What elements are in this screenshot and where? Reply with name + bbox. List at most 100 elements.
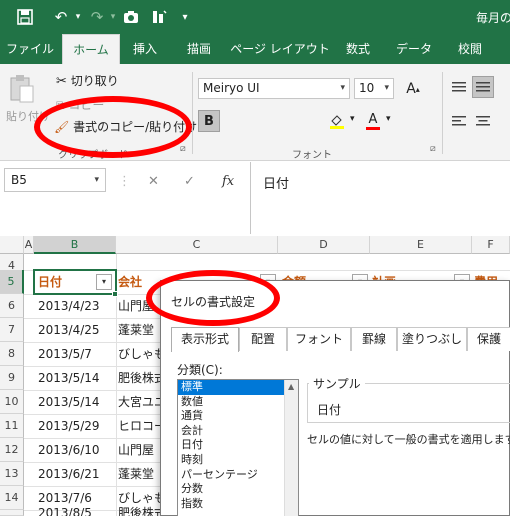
tab-data[interactable]: データ <box>386 34 442 64</box>
increase-font-icon[interactable]: A ▴ <box>402 78 424 100</box>
undo-dropdown-icon[interactable]: ▾ <box>72 6 84 28</box>
qat-dropdown-icon[interactable]: ▾ <box>178 6 192 28</box>
enter-icon[interactable]: ✓ <box>184 174 195 189</box>
chevron-down-icon: ▾ <box>384 83 389 93</box>
date-cell[interactable]: 2013/5/7 <box>38 342 114 366</box>
font-size-combo[interactable]: 10 ▾ <box>354 78 394 99</box>
dialog-tabs: 表示形式 配置 フォント 罫線 塗りつぶし 保護 <box>171 327 510 352</box>
tab-font[interactable]: フォント <box>287 327 351 351</box>
list-item[interactable]: 日付 <box>178 438 298 453</box>
column-header-d[interactable]: D <box>278 236 370 254</box>
redo-icon[interactable]: ↷ <box>86 6 108 28</box>
date-cell[interactable]: 2013/6/10 <box>38 438 114 462</box>
date-cell[interactable]: 2013/4/25 <box>38 318 114 342</box>
list-item[interactable]: 指数 <box>178 497 298 512</box>
bold-button[interactable]: B <box>198 110 220 132</box>
scissors-icon: ✂ <box>56 74 67 89</box>
company-cell[interactable]: 山門屋 <box>118 438 160 462</box>
align-center-icon[interactable] <box>472 110 494 132</box>
title-bar: ↶ ▾ ↷ ▾ ▾ 毎月の <box>0 0 510 34</box>
company-cell[interactable]: 肥後株式 <box>118 506 160 516</box>
company-cell[interactable]: びしゃもん <box>118 342 160 366</box>
scroll-up-icon[interactable]: ▲ <box>288 382 294 391</box>
company-cell[interactable]: 大宮ユニ <box>118 390 160 414</box>
tab-home[interactable]: ホーム <box>62 34 120 64</box>
header-cell-date[interactable]: 日付 <box>38 270 98 294</box>
tab-page-layout[interactable]: ページ レイアウト <box>228 34 332 64</box>
fill-color-dropdown-icon[interactable]: ▾ <box>350 114 355 124</box>
company-cell[interactable]: 蓬莱堂 <box>118 318 160 342</box>
undo-icon[interactable]: ↶ <box>50 6 72 28</box>
formula-input[interactable]: 日付 <box>250 162 510 234</box>
column-header-e[interactable]: E <box>370 236 472 254</box>
tab-insert[interactable]: 挿入 <box>122 34 168 64</box>
tab-review[interactable]: 校閲 <box>446 34 494 64</box>
list-item[interactable]: 標準 <box>178 380 298 395</box>
cancel-icon[interactable]: ✕ <box>148 174 159 189</box>
row-header-9[interactable]: 9 <box>0 366 24 390</box>
align-middle-icon[interactable] <box>472 76 494 98</box>
date-cell[interactable]: 2013/8/5 <box>38 506 114 516</box>
list-item[interactable]: 会計 <box>178 424 298 439</box>
category-list[interactable]: 標準 数値 通貨 会計 日付 時刻 パーセンテージ 分数 指数 ▲ <box>177 379 299 516</box>
row-header-11[interactable]: 11 <box>0 414 24 438</box>
row-header-7[interactable]: 7 <box>0 318 24 342</box>
align-left-icon[interactable] <box>448 110 470 132</box>
tab-number-format[interactable]: 表示形式 <box>171 327 239 352</box>
tab-file[interactable]: ファイル <box>0 34 60 64</box>
company-cell[interactable]: ヒロコーポ <box>118 414 160 438</box>
list-item[interactable]: 数値 <box>178 395 298 410</box>
cut-button[interactable]: ✂ 切り取り <box>56 72 119 89</box>
date-cell[interactable]: 2013/5/29 <box>38 414 114 438</box>
row-header-13[interactable]: 13 <box>0 462 24 486</box>
row-header-6[interactable]: 6 <box>0 294 24 318</box>
list-item[interactable]: パーセンテージ <box>178 468 298 483</box>
company-cell[interactable]: 蓬莱堂 <box>118 462 160 486</box>
touch-mode-icon[interactable] <box>148 6 170 28</box>
annotation-ellipse-dialog-title <box>146 270 280 326</box>
column-header-b[interactable]: B <box>34 236 116 254</box>
list-item[interactable]: 時刻 <box>178 453 298 468</box>
font-group-label: フォント <box>292 150 332 161</box>
sample-label: サンプル <box>309 375 365 392</box>
tab-border[interactable]: 罫線 <box>351 327 397 351</box>
date-cell[interactable]: 2013/4/23 <box>38 294 114 318</box>
row-header-8[interactable]: 8 <box>0 342 24 366</box>
select-all-corner[interactable] <box>0 236 24 254</box>
font-color-dropdown-icon[interactable]: ▾ <box>386 114 391 124</box>
date-cell[interactable]: 2013/5/14 <box>38 366 114 390</box>
row-header-15[interactable]: 15 <box>0 510 24 516</box>
column-header-f[interactable]: F <box>472 236 510 254</box>
font-launcher-icon[interactable]: ⧄ <box>430 144 436 154</box>
annotation-ellipse-format-painter <box>34 96 192 158</box>
row-header-14[interactable]: 14 <box>0 486 24 510</box>
clipboard-launcher-icon[interactable]: ⧄ <box>180 144 186 154</box>
list-item[interactable]: 通貨 <box>178 409 298 424</box>
tab-draw[interactable]: 描画 <box>172 34 226 64</box>
font-color-button[interactable]: A <box>362 110 384 132</box>
list-item[interactable]: 分数 <box>178 482 298 497</box>
filter-dropdown-icon[interactable]: ▾ <box>96 274 112 290</box>
row-header-10[interactable]: 10 <box>0 390 24 414</box>
company-cell[interactable]: 肥後株式 <box>118 366 160 390</box>
tab-protection[interactable]: 保護 <box>467 327 510 351</box>
date-cell[interactable]: 2013/6/21 <box>38 462 114 486</box>
font-name-combo[interactable]: Meiryo UI ▾ <box>198 78 350 99</box>
paste-icon[interactable] <box>8 74 36 107</box>
camera-icon[interactable] <box>120 6 142 28</box>
tab-alignment[interactable]: 配置 <box>239 327 287 351</box>
name-box[interactable]: B5 ▾ <box>4 168 106 192</box>
save-icon[interactable] <box>14 6 36 28</box>
column-header-a[interactable]: A <box>24 236 34 254</box>
insert-function-icon[interactable]: fx <box>222 174 234 189</box>
row-header-12[interactable]: 12 <box>0 438 24 462</box>
redo-dropdown-icon[interactable]: ▾ <box>108 6 118 28</box>
row-header-5[interactable]: 5 <box>0 270 24 294</box>
category-scrollbar[interactable]: ▲ <box>284 380 298 516</box>
fill-color-icon[interactable] <box>326 110 348 132</box>
align-top-icon[interactable] <box>448 76 470 98</box>
tab-formulas[interactable]: 数式 <box>334 34 382 64</box>
column-header-c[interactable]: C <box>116 236 278 254</box>
tab-fill[interactable]: 塗りつぶし <box>397 327 467 351</box>
date-cell[interactable]: 2013/5/14 <box>38 390 114 414</box>
